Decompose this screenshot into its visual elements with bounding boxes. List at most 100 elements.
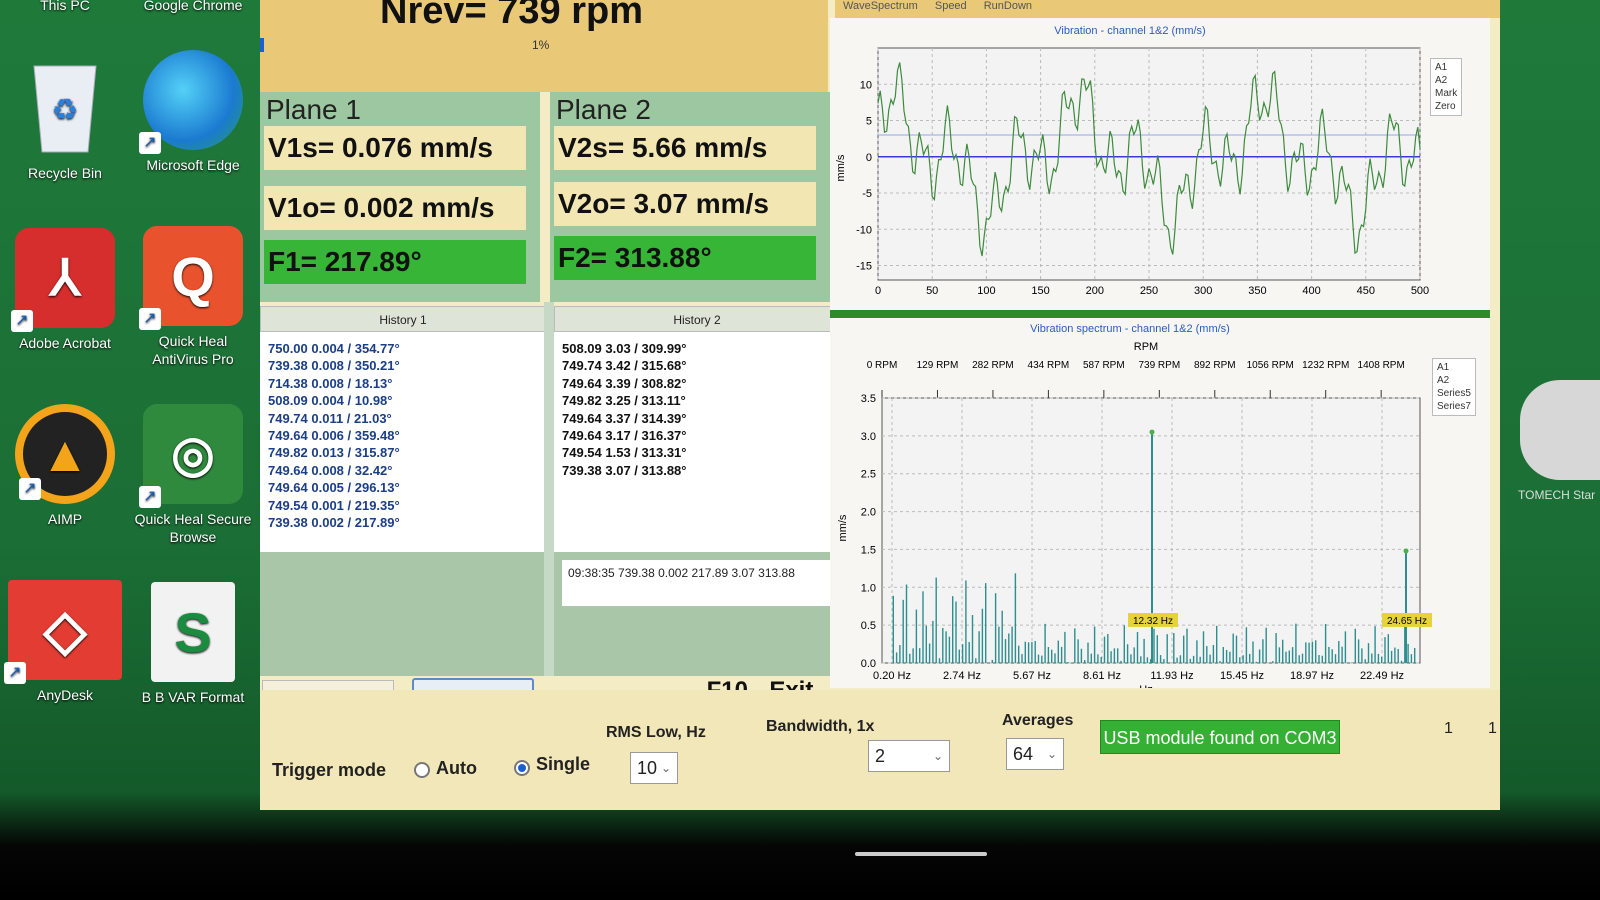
balancer-app-window: Nrev= 739 rpm 1% WaveSpectrum Speed RunD…: [260, 0, 1500, 810]
taskbar-handle[interactable]: [855, 852, 987, 856]
history-row[interactable]: 749.82 3.25 / 313.11°: [562, 392, 840, 409]
top-tick-label: 1408 RPM: [1358, 360, 1405, 371]
x-tick-label: 500: [1411, 285, 1429, 297]
x-tick-label: 0: [875, 285, 881, 297]
x-tick-label: 350: [1248, 285, 1266, 297]
progress-percent: 1%: [532, 38, 550, 52]
history-row[interactable]: 749.64 3.37 / 314.39°: [562, 410, 840, 427]
recycle-bin-icon: ♻: [15, 58, 115, 158]
bandwidth-select[interactable]: 2 ⌄: [868, 740, 950, 772]
top-tick-label: 1232 RPM: [1302, 360, 1349, 371]
desktop-icon-recycle-bin[interactable]: ♻ Recycle Bin: [0, 58, 130, 182]
history-row[interactable]: 749.64 0.006 / 359.48°: [268, 427, 546, 444]
tab-rundown[interactable]: RunDown: [984, 0, 1032, 12]
spectrum-chart[interactable]: Vibration spectrum - channel 1&2 (mm/s) R…: [830, 318, 1490, 688]
peak-label: 12.32 Hz: [1133, 616, 1173, 627]
averages-select[interactable]: 64 ⌄: [1006, 738, 1064, 770]
legend-item: Mark: [1435, 88, 1458, 99]
single-radio[interactable]: [514, 760, 530, 776]
tab-bar: WaveSpectrum Speed RunDown: [835, 0, 1500, 18]
last-measurement-log: 09:38:35 739.38 0.002 217.89 3.07 313.88: [562, 560, 830, 606]
desktop-icon-this-pc[interactable]: This PC: [0, 0, 130, 14]
x-tick-label: 2.74 Hz: [943, 670, 981, 682]
shortcut-arrow-icon: ↗: [139, 308, 161, 330]
peak-marker: [1149, 429, 1155, 435]
history-row[interactable]: 749.64 0.008 / 32.42°: [268, 462, 546, 479]
peak-label: 24.65 Hz: [1387, 616, 1427, 627]
history-1-list[interactable]: 750.00 0.004 / 354.77° 739.38 0.008 / 350…: [260, 332, 546, 552]
history-row[interactable]: 749.54 1.53 / 313.31°: [562, 444, 840, 461]
x-axis-label: Hz: [1139, 684, 1152, 688]
partial-desktop-icon[interactable]: [1520, 380, 1600, 480]
history-row[interactable]: 739.38 3.07 / 313.88°: [562, 462, 840, 479]
v2o-readout: V2o= 3.07 mm/s: [554, 182, 816, 226]
progress-bar: [260, 38, 264, 52]
auto-radio[interactable]: [414, 762, 430, 778]
history-row[interactable]: 749.64 3.17 / 316.37°: [562, 427, 840, 444]
desktop-icon-acrobat[interactable]: ⅄ ↗ Adobe Acrobat: [0, 228, 130, 352]
aimp-icon: ▲ ↗: [15, 404, 115, 504]
legend-item: A2: [1435, 75, 1448, 86]
top-tick-label: 0 RPM: [867, 360, 898, 371]
history-row[interactable]: 749.74 0.011 / 21.03°: [268, 410, 546, 427]
desktop-icon-bb-var[interactable]: S B B VAR Format: [128, 582, 258, 706]
x-tick-label: 250: [1140, 285, 1158, 297]
history-row[interactable]: 508.09 3.03 / 309.99°: [562, 340, 840, 357]
x-tick-label: 300: [1194, 285, 1212, 297]
legend-item: A2: [1437, 375, 1450, 386]
history-row[interactable]: 508.09 0.004 / 10.98°: [268, 392, 546, 409]
peak-marker: [1403, 548, 1409, 554]
spectrum-legend: A1 A2 Series5 Series7: [1432, 358, 1476, 416]
legend-item: Series5: [1437, 388, 1471, 399]
svg-text:♻: ♻: [52, 94, 79, 127]
history-2-panel: History 2 508.09 3.03 / 309.99° 749.74 3.…: [554, 306, 840, 676]
y-tick-label: 3.5: [861, 393, 876, 405]
shortcut-arrow-icon: ↗: [139, 132, 161, 154]
history-row[interactable]: 749.82 0.013 / 315.87°: [268, 444, 546, 461]
history-row[interactable]: 714.38 0.008 / 18.13°: [268, 375, 546, 392]
top-tick-label: 587 RPM: [1083, 360, 1125, 371]
y-tick-label: 0.0: [861, 658, 876, 670]
desktop-icon-label: AIMP: [47, 511, 83, 527]
desktop-icon-anydesk[interactable]: ◇ ↗ AnyDesk: [0, 580, 130, 704]
y-tick-label: -5: [862, 188, 872, 200]
desktop-icon-label: B B VAR Format: [141, 689, 245, 705]
legend-item: Series7: [1437, 401, 1471, 412]
desktop-icon-chrome[interactable]: Google Chrome: [128, 0, 258, 14]
x-tick-label: 22.49 Hz: [1360, 670, 1404, 682]
y-tick-label: 3.0: [861, 431, 876, 443]
rms-low-select[interactable]: 10 ⌄: [630, 752, 678, 784]
panel-divider[interactable]: [544, 302, 554, 676]
history-row[interactable]: 750.00 0.004 / 354.77°: [268, 340, 546, 357]
history-row[interactable]: 749.54 0.001 / 219.35°: [268, 497, 546, 514]
rms-low-value: 10: [637, 758, 658, 778]
desktop-icon-label: Microsoft Edge: [146, 157, 240, 173]
waveform-chart[interactable]: Vibration - channel 1&2 (mm/s)0 50 100 150 2…: [830, 18, 1490, 310]
desktop-icon-aimp[interactable]: ▲ ↗ AIMP: [0, 404, 130, 528]
desktop-icon-label: Quick Heal Secure Browse: [134, 511, 252, 545]
legend-item: Zero: [1435, 101, 1456, 112]
y-tick-label: 5: [866, 116, 872, 128]
chart-title: Vibration - channel 1&2 (mm/s): [1054, 25, 1205, 37]
desktop-icon-edge[interactable]: ↗ Microsoft Edge: [128, 50, 258, 174]
f1-readout: F1= 217.89°: [264, 240, 526, 284]
history-row[interactable]: 739.38 0.008 / 350.21°: [268, 357, 546, 374]
spreadsheet-icon: S: [151, 582, 235, 682]
chart-area: Vibration - channel 1&2 (mm/s) 0 50 100 150 2…: [830, 18, 1490, 688]
tab-wavespectrum[interactable]: WaveSpectrum: [843, 0, 918, 12]
settings-bar: Trigger mode Auto Single RMS Low, Hz 10 ⌄…: [260, 690, 1500, 810]
history-2-list[interactable]: 508.09 3.03 / 309.99° 749.74 3.42 / 315.6…: [554, 332, 840, 552]
history-row[interactable]: 749.74 3.42 / 315.68°: [562, 357, 840, 374]
history-row[interactable]: 749.64 0.005 / 296.13°: [268, 479, 546, 496]
history-row[interactable]: 749.64 3.39 / 308.82°: [562, 375, 840, 392]
desktop-icon-secure-browse[interactable]: ◎ ↗ Quick Heal Secure Browse: [128, 404, 258, 546]
chart-separator: [830, 310, 1490, 318]
desktop-icon-quick-heal[interactable]: Q ↗ Quick Heal AntiVirus Pro: [128, 226, 258, 368]
plane-1-title: Plane 1: [266, 94, 361, 125]
tab-speed[interactable]: Speed: [935, 0, 967, 12]
plane-2-title: Plane 2: [556, 94, 651, 125]
history-row[interactable]: 739.38 0.002 / 217.89°: [268, 514, 546, 531]
single-label: Single: [536, 754, 591, 774]
x-tick-label: 15.45 Hz: [1220, 670, 1264, 682]
y-tick-label: -15: [856, 261, 872, 273]
